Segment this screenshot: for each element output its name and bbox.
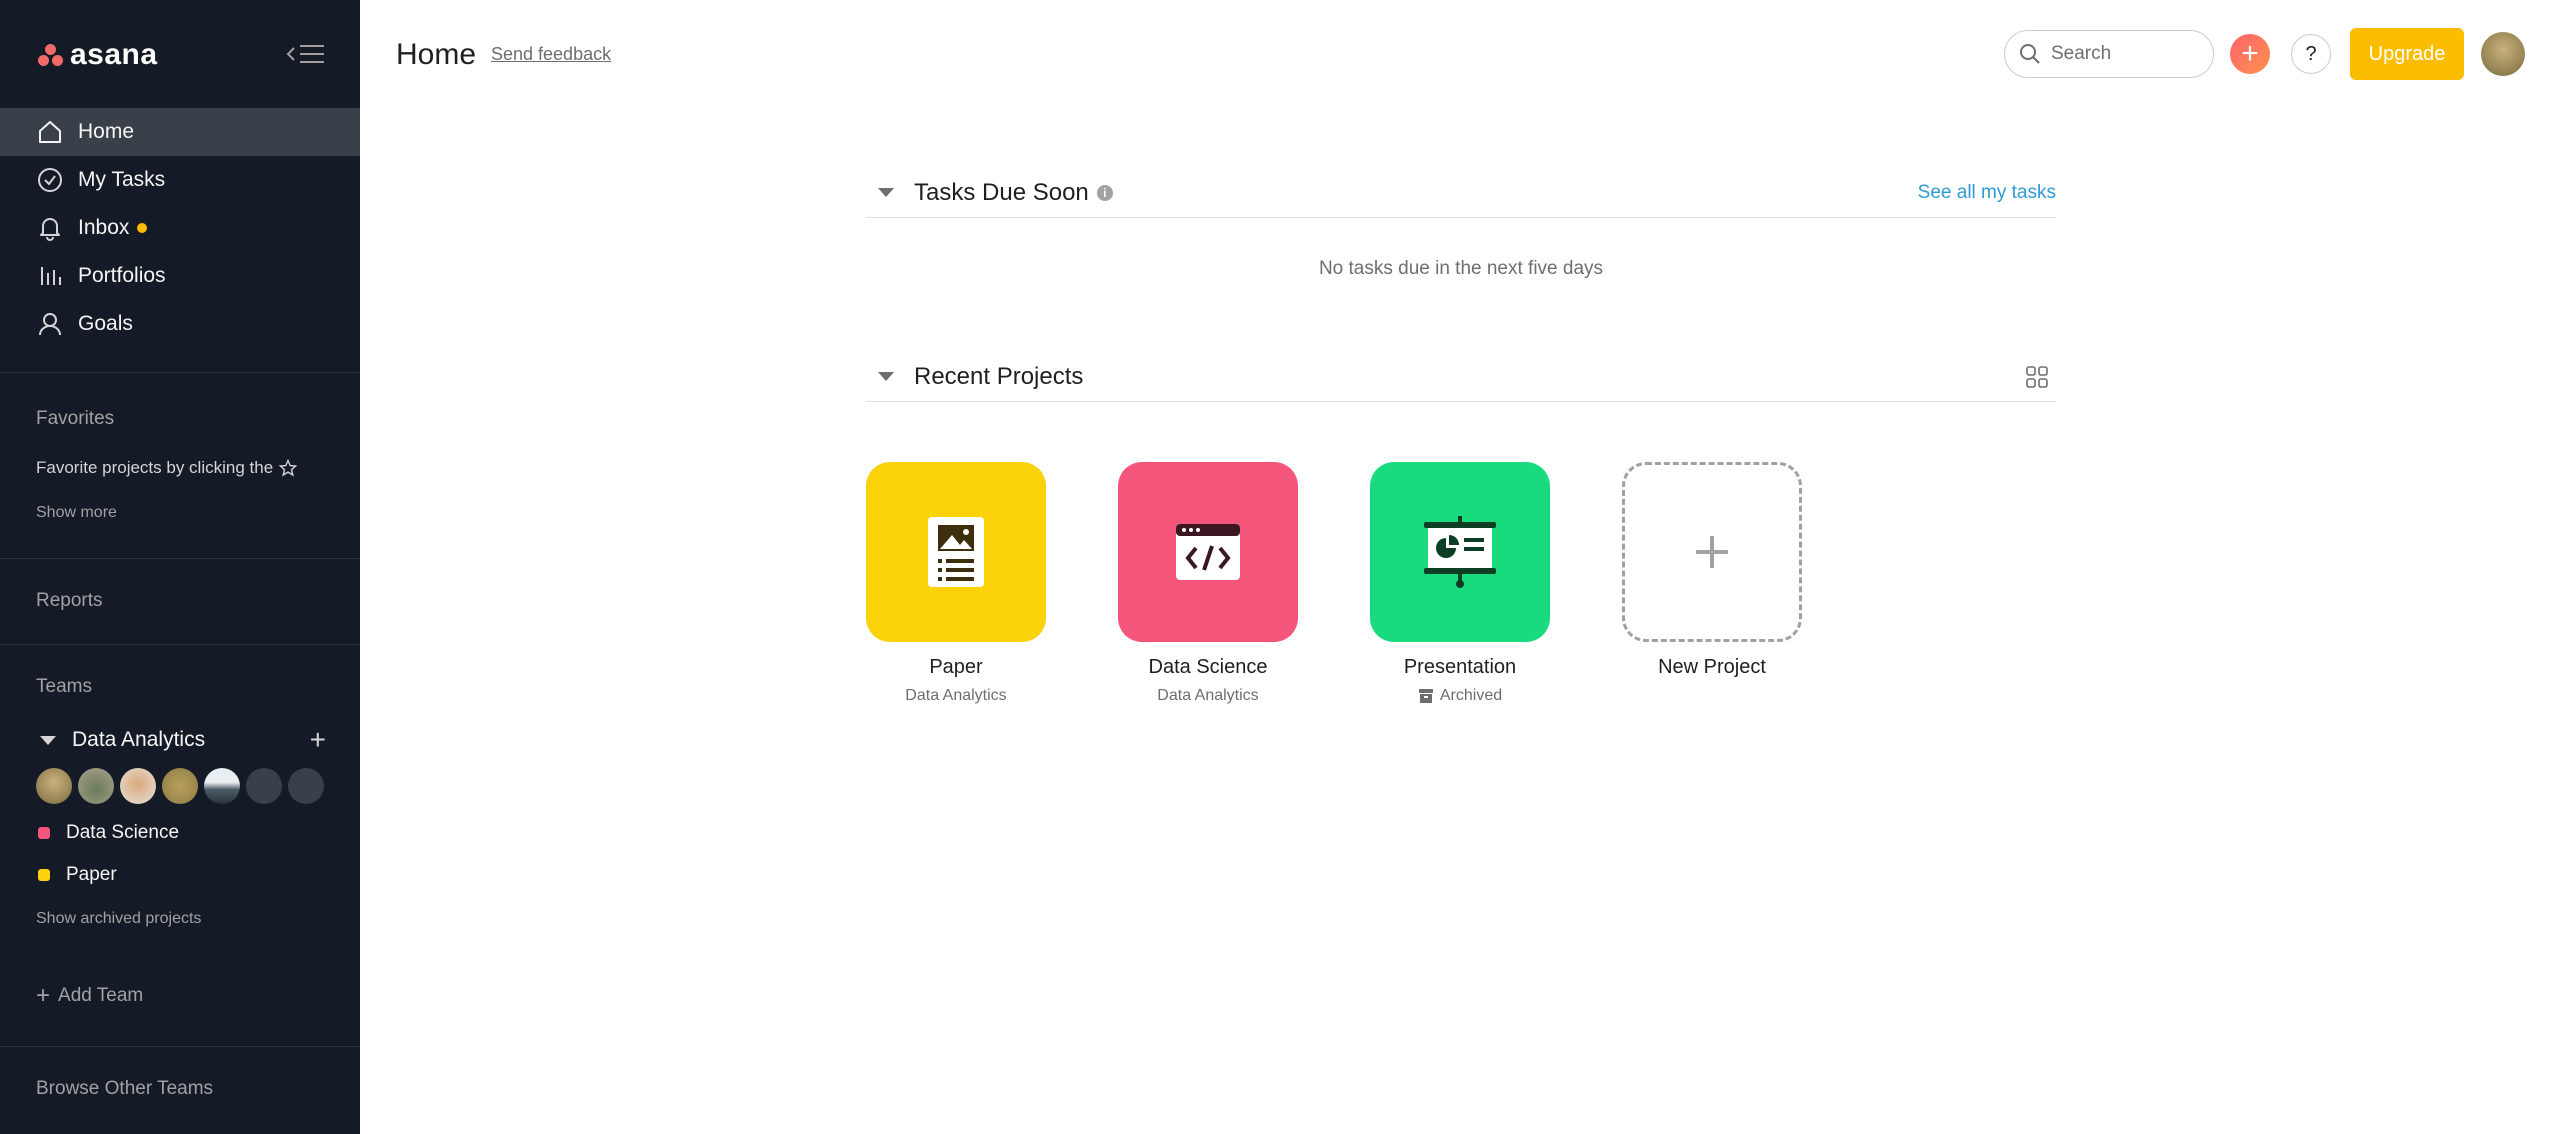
sidebar-item-label: Portfolios xyxy=(78,264,166,287)
search-box[interactable] xyxy=(2004,30,2214,78)
sidebar-item-portfolios[interactable]: Portfolios xyxy=(0,252,360,300)
sidebar-item-home[interactable]: Home xyxy=(0,108,360,156)
sidebar-item-label: Inbox xyxy=(78,216,130,239)
info-icon[interactable]: i xyxy=(1096,184,1113,201)
project-tile[interactable] xyxy=(1118,462,1298,642)
project-team: Data Analytics xyxy=(866,687,1046,705)
show-archived-projects-link[interactable]: Show archived projects xyxy=(36,910,201,928)
avatar[interactable] xyxy=(36,768,72,804)
sidebar-project-data-science[interactable]: Data Science xyxy=(38,822,179,844)
plus-icon: + xyxy=(2241,37,2259,70)
tasks-due-soon-header: Tasks Due Soon i See all my tasks xyxy=(866,168,2056,218)
avatar-placeholder[interactable] xyxy=(288,768,324,804)
new-project-card[interactable]: New Project xyxy=(1622,462,1802,679)
project-team-label: Data Analytics xyxy=(905,687,1007,704)
project-card-presentation[interactable]: Presentation Archived xyxy=(1370,462,1550,705)
project-color-square xyxy=(38,827,50,839)
project-name: Paper xyxy=(929,656,983,678)
teams-heading[interactable]: Teams xyxy=(36,676,92,698)
team-data-analytics[interactable]: Data Analytics + xyxy=(40,724,330,756)
sidebar-project-label: Data Science xyxy=(66,822,180,843)
collapse-caret-icon[interactable] xyxy=(878,188,894,197)
project-status: Archived xyxy=(1370,687,1550,705)
logo-dots-icon xyxy=(38,44,64,66)
project-name: Data Science xyxy=(1148,656,1268,678)
collapse-caret-icon[interactable] xyxy=(878,372,894,381)
avatar[interactable] xyxy=(78,768,114,804)
sidebar-project-label: Paper xyxy=(66,864,117,885)
help-button[interactable]: ? xyxy=(2291,34,2331,74)
favorites-hint-text: Favorite projects by clicking the xyxy=(36,458,274,477)
avatar[interactable] xyxy=(162,768,198,804)
section-title: Recent Projects xyxy=(914,362,1084,390)
sidebar-item-label: Home xyxy=(78,120,135,143)
page-title: Home xyxy=(396,38,477,71)
archive-box-icon xyxy=(1418,689,1433,703)
see-all-my-tasks-link[interactable]: See all my tasks xyxy=(1918,182,2056,204)
upgrade-button[interactable]: Upgrade xyxy=(2350,28,2464,80)
user-avatar[interactable] xyxy=(2481,32,2525,76)
project-team: Data Analytics xyxy=(1118,687,1298,705)
team-members xyxy=(36,768,324,804)
recent-projects-header: Recent Projects xyxy=(866,352,2056,402)
add-team-button[interactable]: + Add Team xyxy=(36,982,143,1010)
sidebar-item-goals[interactable]: Goals xyxy=(0,300,360,348)
add-project-plus-icon[interactable]: + xyxy=(310,724,326,756)
check-circle-icon xyxy=(36,166,64,194)
avatar-placeholder[interactable] xyxy=(246,768,282,804)
document-icon xyxy=(928,517,984,587)
send-feedback-link[interactable]: Send feedback xyxy=(491,44,611,65)
project-team-label: Data Analytics xyxy=(1157,687,1259,704)
avatar[interactable] xyxy=(120,768,156,804)
team-name: Data Analytics xyxy=(72,728,206,751)
search-input[interactable] xyxy=(2051,43,2191,65)
collapse-sidebar-icon[interactable] xyxy=(284,40,328,68)
home-icon xyxy=(36,118,64,146)
project-card-paper[interactable]: Paper Data Analytics xyxy=(866,462,1046,705)
sidebar-item-inbox[interactable]: Inbox xyxy=(0,204,360,252)
project-name: New Project xyxy=(1658,656,1766,678)
project-card-data-science[interactable]: Data Science Data Analytics xyxy=(1118,462,1298,705)
person-icon xyxy=(36,310,64,338)
new-project-tile[interactable] xyxy=(1622,462,1802,642)
search-icon xyxy=(2020,44,2040,64)
project-color-square xyxy=(38,869,50,881)
sidebar-item-label: My Tasks xyxy=(78,168,166,191)
quick-add-button[interactable]: + xyxy=(2230,34,2270,74)
project-status-label: Archived xyxy=(1439,687,1503,704)
section-title: Tasks Due Soon xyxy=(914,178,1089,206)
favorites-heading[interactable]: Favorites xyxy=(36,408,114,430)
browse-other-teams-link[interactable]: Browse Other Teams xyxy=(36,1078,213,1100)
favorites-hint: Favorite projects by clicking the xyxy=(36,458,298,478)
reports-heading[interactable]: Reports xyxy=(36,590,103,612)
empty-tasks-message: No tasks due in the next five days xyxy=(1318,258,1604,279)
sidebar: asana Home My Tasks Inbox Portfolios Goa… xyxy=(0,0,360,1134)
sidebar-nav: Home My Tasks Inbox Portfolios Goals xyxy=(0,108,360,348)
bar-chart-icon xyxy=(36,262,64,290)
project-tile[interactable] xyxy=(866,462,1046,642)
sidebar-item-my-tasks[interactable]: My Tasks xyxy=(0,156,360,204)
bell-icon xyxy=(36,214,64,242)
sidebar-divider xyxy=(0,1046,360,1047)
sidebar-project-paper[interactable]: Paper xyxy=(38,864,117,886)
sidebar-divider xyxy=(0,558,360,559)
sidebar-divider xyxy=(0,644,360,645)
plus-icon: + xyxy=(36,982,51,1009)
add-team-label: Add Team xyxy=(58,985,144,1006)
unread-dot xyxy=(137,223,148,233)
logo-text: asana xyxy=(70,38,158,71)
project-name: Presentation xyxy=(1403,656,1517,678)
star-icon xyxy=(279,459,298,477)
show-more-link[interactable]: Show more xyxy=(36,504,117,522)
code-icon xyxy=(1176,524,1240,580)
avatar[interactable] xyxy=(204,768,240,804)
sidebar-divider xyxy=(0,372,360,373)
sidebar-item-label: Goals xyxy=(78,312,133,335)
presentation-icon xyxy=(1424,516,1496,588)
project-tile[interactable] xyxy=(1370,462,1550,642)
asana-logo[interactable]: asana xyxy=(38,38,158,72)
grid-view-icon[interactable] xyxy=(2026,366,2048,388)
plus-icon xyxy=(1696,536,1728,568)
expand-caret-icon[interactable] xyxy=(40,735,56,745)
